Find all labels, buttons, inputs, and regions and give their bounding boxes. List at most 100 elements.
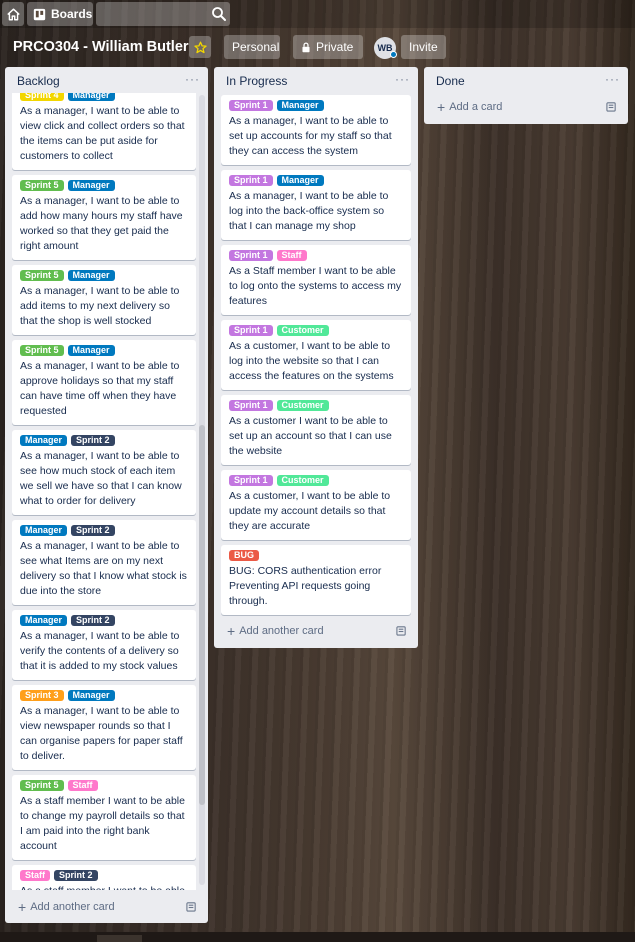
- card-template-icon[interactable]: [186, 901, 197, 912]
- card-label[interactable]: Manager: [67, 345, 115, 356]
- add-card-button[interactable]: + Add another card: [12, 896, 201, 918]
- home-button[interactable]: [2, 2, 24, 26]
- card-label[interactable]: Manager: [67, 690, 115, 701]
- card[interactable]: Manager Sprint 2 As a manager, I want to b…: [12, 610, 196, 680]
- privacy-label: Private: [316, 40, 354, 54]
- card-label[interactable]: Sprint 5: [20, 180, 64, 191]
- card-label[interactable]: Manager: [20, 525, 68, 536]
- card-labels: Sprint 3 Manager: [20, 690, 188, 701]
- card-label[interactable]: Sprint 2: [71, 525, 115, 536]
- card-labels: Manager Sprint 2: [20, 615, 188, 626]
- card-label[interactable]: Sprint 5: [20, 780, 64, 791]
- list-menu-button[interactable]: ···: [185, 73, 200, 85]
- card-title: As a manager, I want to be able to add h…: [20, 195, 183, 252]
- card-label[interactable]: Manager: [67, 270, 115, 281]
- card-label[interactable]: Staff: [276, 250, 307, 261]
- card-template-icon[interactable]: [396, 625, 407, 636]
- card-container: Sprint 4 Manager As a manager, I want to b…: [12, 93, 196, 890]
- card-labels: Sprint 4 Manager: [20, 93, 188, 101]
- card[interactable]: Sprint 1 Customer As a customer I want to …: [221, 395, 411, 465]
- card-label[interactable]: Sprint 4: [20, 93, 64, 101]
- card-label[interactable]: Sprint 3: [20, 690, 64, 701]
- card-title: As a customer, I want to be able to log …: [229, 340, 394, 382]
- search-input[interactable]: [96, 2, 230, 26]
- card-label[interactable]: Sprint 1: [229, 400, 273, 411]
- team-visibility-button[interactable]: Personal: [224, 35, 280, 59]
- card-label[interactable]: BUG: [229, 550, 259, 561]
- card[interactable]: Sprint 5 Manager As a manager, I want to b…: [12, 340, 196, 425]
- card-labels: Sprint 5 Staff: [20, 780, 188, 791]
- card-labels: Sprint 5 Manager: [20, 270, 188, 281]
- card-labels: Manager Sprint 2: [20, 435, 188, 446]
- card-label[interactable]: Manager: [276, 100, 324, 111]
- card[interactable]: Sprint 4 Manager As a manager, I want to b…: [12, 93, 196, 170]
- card[interactable]: Staff Sprint 2 As a staff member I want to…: [12, 865, 196, 890]
- card-label[interactable]: Sprint 2: [54, 870, 98, 881]
- card[interactable]: Manager Sprint 2 As a manager, I want to b…: [12, 430, 196, 515]
- card[interactable]: BUG BUG: CORS authentication error Preven…: [221, 545, 411, 615]
- card-label[interactable]: Sprint 1: [229, 175, 273, 186]
- card[interactable]: Sprint 1 Customer As a customer, I want to…: [221, 320, 411, 390]
- card-label[interactable]: Manager: [276, 175, 324, 186]
- card[interactable]: Sprint 1 Manager As a manager, I want to b…: [221, 170, 411, 240]
- invite-label: Invite: [409, 40, 438, 54]
- card-label[interactable]: Manager: [67, 180, 115, 191]
- card-label[interactable]: Staff: [67, 780, 98, 791]
- card-template-icon[interactable]: [606, 101, 617, 112]
- scrollbar-thumb[interactable]: [199, 425, 205, 805]
- card-label[interactable]: Sprint 1: [229, 250, 273, 261]
- add-card-button[interactable]: + Add another card: [221, 620, 411, 642]
- add-card-label: Add another card: [30, 901, 115, 913]
- card-label[interactable]: Customer: [276, 475, 329, 486]
- card-labels: Sprint 5 Manager: [20, 180, 188, 191]
- card[interactable]: Sprint 5 Manager As a manager, I want to b…: [12, 175, 196, 260]
- lock-icon: [302, 42, 310, 52]
- list-header[interactable]: In Progress: [214, 67, 418, 95]
- search-icon[interactable]: [211, 6, 227, 22]
- add-card-button[interactable]: + Add a card: [431, 96, 621, 118]
- card-label[interactable]: Customer: [276, 400, 329, 411]
- card-label[interactable]: Sprint 2: [71, 435, 115, 446]
- card[interactable]: Sprint 3 Manager As a manager, I want to b…: [12, 685, 196, 770]
- card-labels: Sprint 1 Customer: [229, 400, 403, 411]
- list-menu-button[interactable]: ···: [605, 73, 620, 85]
- card[interactable]: Sprint 1 Customer As a customer, I want to…: [221, 470, 411, 540]
- star-button[interactable]: [189, 36, 211, 58]
- card[interactable]: Sprint 1 Staff As a Staff member I want to…: [221, 245, 411, 315]
- horizontal-scrollbar-thumb[interactable]: [97, 935, 142, 942]
- list-header[interactable]: Backlog: [5, 67, 208, 95]
- card-title: As a manager, I want to be able to set u…: [229, 115, 392, 157]
- card[interactable]: Sprint 5 Staff As a staff member I want to…: [12, 775, 196, 860]
- list-title[interactable]: Backlog: [17, 74, 60, 88]
- card-label[interactable]: Staff: [20, 870, 50, 881]
- card-label[interactable]: Sprint 2: [71, 615, 115, 626]
- home-icon: [6, 7, 20, 21]
- card[interactable]: Manager Sprint 2 As a manager, I want to b…: [12, 520, 196, 605]
- card-label[interactable]: Customer: [276, 325, 329, 336]
- boards-button[interactable]: Boards: [27, 2, 93, 26]
- card-label[interactable]: Sprint 1: [229, 100, 273, 111]
- card-label[interactable]: Sprint 5: [20, 345, 64, 356]
- card-title: As a manager, I want to be able to view …: [20, 105, 185, 162]
- card-label[interactable]: Sprint 1: [229, 325, 273, 336]
- card-label[interactable]: Manager: [67, 93, 115, 101]
- horizontal-scrollbar[interactable]: [0, 932, 635, 942]
- top-nav-bar: Boards: [0, 0, 635, 28]
- card[interactable]: Sprint 5 Manager As a manager, I want to b…: [12, 265, 196, 335]
- list-header[interactable]: Done: [424, 67, 628, 95]
- scrollbar[interactable]: [199, 95, 205, 885]
- card-label[interactable]: Manager: [20, 435, 68, 446]
- card[interactable]: Sprint 1 Manager As a manager, I want to b…: [221, 95, 411, 165]
- privacy-button[interactable]: Private: [293, 35, 363, 59]
- team-visibility-label: Personal: [232, 40, 280, 54]
- card-label[interactable]: Manager: [20, 615, 68, 626]
- card-label[interactable]: Sprint 5: [20, 270, 64, 281]
- list-menu-button[interactable]: ···: [395, 73, 410, 85]
- board-title[interactable]: PRCO304 - William Butler: [13, 39, 189, 55]
- list-title[interactable]: Done: [436, 74, 465, 88]
- card-labels: Sprint 1 Manager: [229, 175, 403, 186]
- boards-label: Boards: [51, 7, 93, 21]
- card-label[interactable]: Sprint 1: [229, 475, 273, 486]
- invite-button[interactable]: Invite: [401, 35, 446, 59]
- list-title[interactable]: In Progress: [226, 74, 287, 88]
